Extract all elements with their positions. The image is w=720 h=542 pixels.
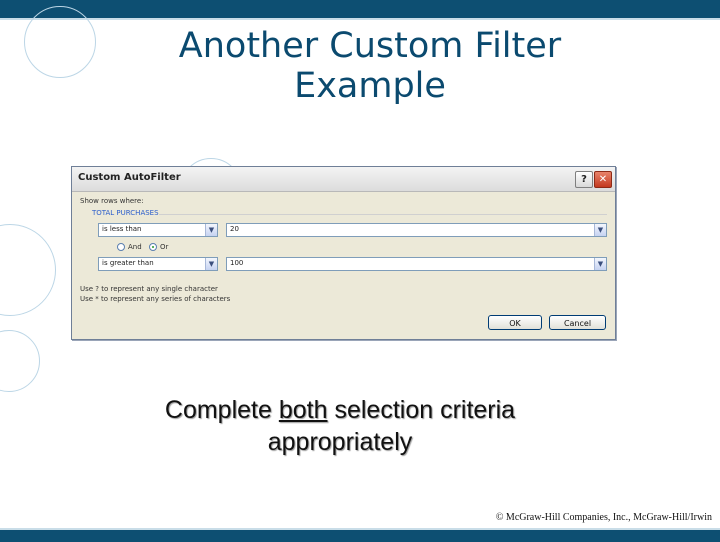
criteria2-value: 100 [230, 259, 244, 267]
or-radio-label: Or [160, 243, 169, 251]
criteria2-operator-value: is greater than [102, 259, 154, 267]
ok-button[interactable]: OK [488, 315, 542, 330]
and-radio-label: And [128, 243, 142, 251]
group-divider [159, 214, 607, 215]
caption-post: selection criteria [327, 396, 516, 424]
field-name-label: TOTAL PURCHASES [92, 209, 159, 217]
caption-line1: Complete both selection criteria [110, 394, 570, 426]
criteria1-operator-select[interactable]: is less than ▼ [98, 223, 218, 237]
or-radio[interactable] [149, 243, 157, 251]
criteria2-operator-select[interactable]: is greater than ▼ [98, 257, 218, 271]
close-button[interactable]: ✕ [594, 171, 612, 188]
slide-title: Another Custom Filter Example [150, 26, 590, 106]
criteria1-value: 20 [230, 225, 239, 233]
slide-title-line1: Another Custom Filter [178, 26, 562, 66]
decorative-circle [0, 330, 40, 392]
help-button[interactable]: ? [575, 171, 593, 188]
dialog-titlebar: Custom AutoFilter ? ✕ [72, 167, 615, 192]
criteria1-operator-value: is less than [102, 225, 142, 233]
chevron-down-icon[interactable]: ▼ [594, 258, 606, 270]
chevron-down-icon[interactable]: ▼ [205, 224, 217, 236]
cancel-button[interactable]: Cancel [549, 315, 606, 330]
decorative-circle [24, 6, 96, 78]
top-bar [0, 0, 720, 20]
show-rows-label: Show rows where: [80, 197, 144, 205]
chevron-down-icon[interactable]: ▼ [205, 258, 217, 270]
and-radio[interactable] [117, 243, 125, 251]
slide-caption: Complete both selection criteria appropr… [110, 394, 570, 458]
hint-single-character: Use ? to represent any single character [80, 285, 218, 293]
caption-pre: Complete [164, 396, 279, 424]
criteria2-value-combo[interactable]: 100 ▼ [226, 257, 607, 271]
dialog-title: Custom AutoFilter [78, 172, 181, 183]
caption-underlined: both [278, 396, 328, 424]
copyright-notice: © McGraw-Hill Companies, Inc., McGraw-Hi… [495, 512, 712, 523]
slide-title-line2: Example [294, 66, 446, 106]
custom-autofilter-dialog: Custom AutoFilter ? ✕ Show rows where: T… [71, 166, 616, 340]
criteria1-value-combo[interactable]: 20 ▼ [226, 223, 607, 237]
hint-series-of-characters: Use * to represent any series of charact… [80, 295, 231, 303]
caption-line2: appropriately [267, 428, 413, 456]
decorative-circle [0, 224, 56, 316]
chevron-down-icon[interactable]: ▼ [594, 224, 606, 236]
